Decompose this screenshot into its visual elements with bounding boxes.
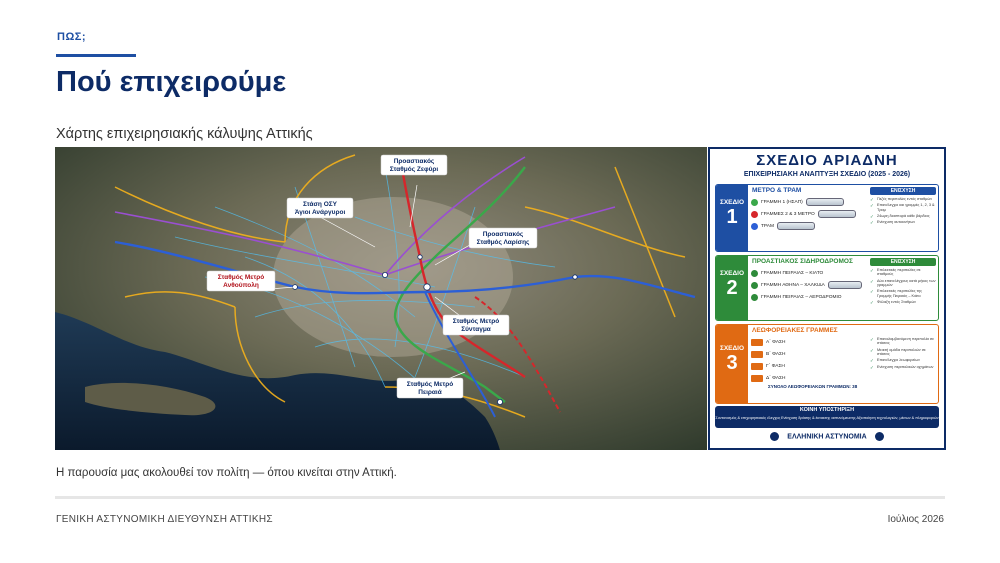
- plan-row: Δ΄ ΦΑΣΗ: [748, 372, 938, 384]
- footer-organization: ΓΕΝΙΚΗ ΑΣΤΥΝΟΜΙΚΗ ΔΙΕΥΘΥΝΣΗ ΑΤΤΙΚΗΣ: [56, 514, 273, 525]
- footer-date: Ιούλιος 2026: [887, 514, 944, 525]
- svg-text:Άγιοι Ανάργυροι: Άγιοι Ανάργυροι: [295, 209, 346, 216]
- common-support-bar: ΚΟΙΝΗ ΥΠΟΣΤΗΡΙΞΗ Συντονισμός & επιχειρησ…: [715, 406, 939, 428]
- plan-subtitle: ΕΠΙΧΕΙΡΗΣΙΑΚΗ ΑΝΑΠΤΥΞΗ ΣΧΕΔΙΟ (2025 - 20…: [743, 171, 911, 178]
- attica-coverage-map: Προαστιακός Σταθμός Ζεφύρι Στάση ΟΣΥ Άγι…: [55, 147, 707, 450]
- svg-text:Σταθμός Λαρίσης: Σταθμός Λαρίσης: [477, 239, 530, 246]
- plan-block-3: ΣΧΕΔΙΟ 3 ΛΕΩΦΟΡΕΙΑΚΕΣ ΓΡΑΜΜΕΣ Α΄ ΦΑΣΗ Β΄…: [715, 324, 939, 404]
- svg-text:Σύνταγμα: Σύνταγμα: [461, 326, 491, 333]
- map-label-anthoupoli[interactable]: Σταθμός Μετρό Ανθούπολη: [206, 270, 276, 292]
- section-eyebrow: ΠΩΣ;: [57, 31, 87, 43]
- plan-block-1: ΣΧΕΔΙΟ 1 ΜΕΤΡΟ & ΤΡΑΜ ΓΡΑΜΜΗ 1 (ΗΣΑΠ) ΓΡ…: [715, 184, 939, 252]
- plan-block-2: ΣΧΕΔΙΟ 2 ΠΡΟΑΣΤΙΑΚΟΣ ΣΙΔΗΡΟΔΡΟΜΟΣ ΓΡΑΜΜΗ…: [715, 255, 939, 321]
- svg-text:Σταθμός Μετρό: Σταθμός Μετρό: [407, 381, 454, 388]
- eyebrow-divider: [56, 54, 136, 57]
- map-canvas: Προαστιακός Σταθμός Ζεφύρι Στάση ΟΣΥ Άγι…: [55, 147, 707, 450]
- map-label-larisis[interactable]: Προαστιακός Σταθμός Λαρίσης: [468, 227, 538, 249]
- plan-block-3-tag: ΣΧΕΔΙΟ 3: [716, 325, 748, 403]
- map-label-peiraias[interactable]: Σταθμός Μετρό Πειραιά: [396, 377, 464, 399]
- svg-text:Ανθούπολη: Ανθούπολη: [223, 281, 259, 289]
- police-emblem-icon: [874, 432, 884, 441]
- map-label-oey[interactable]: Στάση ΟΣΥ Άγιοι Ανάργυροι: [286, 197, 354, 219]
- ariadne-plan-infographic: ΣΧΕΔΙΟ ΑΡΙΑΔΝΗ ΕΠΙΧΕΙΡΗΣΙΑΚΗ ΑΝΑΠΤΥΞΗ ΣΧ…: [708, 147, 946, 450]
- svg-text:Προαστιακός: Προαστιακός: [483, 231, 524, 238]
- svg-text:Σταθμός Ζεφύρι: Σταθμός Ζεφύρι: [390, 166, 439, 173]
- map-label-syntagma[interactable]: Σταθμός Μετρό Σύνταγμα: [442, 314, 510, 336]
- plan-block-1-tag: ΣΧΕΔΙΟ 1: [716, 185, 748, 251]
- svg-text:Σταθμός Μετρό: Σταθμός Μετρό: [218, 274, 265, 281]
- slide-subtitle: Χάρτης επιχειρησιακής κάλυψης Αττικής: [56, 126, 313, 142]
- svg-text:Σταθμός Μετρό: Σταθμός Μετρό: [453, 318, 500, 325]
- svg-text:Προαστιακός: Προαστιακός: [394, 158, 435, 165]
- map-label-zefiri[interactable]: Προαστιακός Σταθμός Ζεφύρι: [380, 154, 448, 176]
- bus-lines-total: ΣΥΝΟΛΟ ΛΕΩΦΟΡΕΙΑΚΩΝ ΓΡΑΜΜΩΝ: 38: [768, 384, 858, 389]
- svg-text:Πειραιά: Πειραιά: [418, 389, 441, 396]
- footer-divider: [55, 496, 945, 499]
- svg-text:Στάση ΟΣΥ: Στάση ΟΣΥ: [303, 201, 338, 208]
- police-emblem-icon: [770, 432, 780, 441]
- map-caption: Η παρουσία μας ακολουθεί τον πολίτη — όπ…: [56, 467, 397, 479]
- hellenic-police-footer: ΕΛΛΗΝΙΚΗ ΑΣΤΥΝΟΜΙΑ: [710, 432, 944, 441]
- plan-block-2-tag: ΣΧΕΔΙΟ 2: [716, 256, 748, 320]
- slide-title: Πού επιχειρούμε: [56, 66, 287, 98]
- plan-title: ΣΧΕΔΙΟ ΑΡΙΑΔΝΗ: [756, 152, 898, 169]
